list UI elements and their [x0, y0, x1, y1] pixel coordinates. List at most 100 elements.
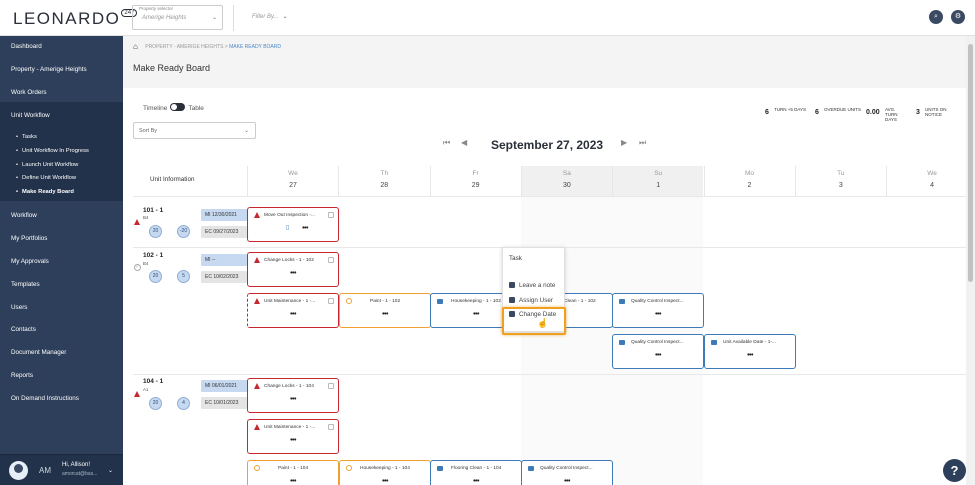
sidebar-item-work-orders[interactable]: Work Orders [11, 89, 47, 96]
user-settings-icon[interactable]: ⚙ [951, 10, 965, 24]
breadcrumb: ⌂ PROPERTY - AMERIGE HEIGHTS > MAKE READ… [133, 42, 281, 51]
previous-icon[interactable]: ◀ [461, 138, 467, 147]
day-name: Th [380, 170, 389, 177]
sidebar-item-document-manager[interactable]: Document Manager [11, 349, 66, 356]
toggle-switch[interactable] [170, 103, 186, 111]
more-options-icon[interactable]: ••• [248, 437, 338, 444]
unit-name[interactable]: 101 - 1 [143, 207, 163, 214]
estimated-completion-date: EC 10/02/2023 [201, 271, 247, 283]
filter-by-dropdown[interactable]: Filter By... ⌄ [252, 13, 288, 20]
more-options-icon[interactable]: ••• [248, 396, 338, 403]
more-options-icon[interactable]: ••• [613, 352, 703, 359]
day-name: Fr [472, 170, 479, 177]
clock-icon [346, 298, 352, 304]
task-card-change-locks[interactable]: Change Locks - 1 - 104 ••• [247, 378, 339, 413]
sidebar-item-users[interactable]: Users [11, 304, 27, 311]
day-number: 2 [747, 182, 752, 189]
sort-by-dropdown[interactable]: Sort By ⌄ [133, 122, 256, 139]
home-icon[interactable]: ⌂ [133, 42, 138, 51]
scrollbar-thumb[interactable] [968, 44, 973, 282]
search-icon[interactable]: ⌕ [929, 10, 943, 24]
property-selector-value: Amerige Heights [142, 15, 187, 21]
task-card-paint[interactable]: Paint - 1 - 104 ••• [247, 460, 339, 485]
sidebar-item-reports[interactable]: Reports [11, 372, 33, 379]
sidebar-item-dashboard[interactable]: Dashboard [11, 43, 42, 50]
more-options-icon[interactable]: ••• [248, 478, 338, 485]
task-card-unit-available-date[interactable]: Unit Available Date - 1-... ••• [704, 334, 796, 369]
task-checkbox[interactable] [328, 424, 334, 430]
task-checkbox[interactable] [328, 257, 334, 263]
next-icon[interactable]: ▶ [621, 138, 627, 147]
check-circle-icon: ✓ [134, 264, 141, 271]
task-checkbox[interactable] [328, 298, 334, 304]
sidebar-subitem-make-ready-board[interactable]: Make Ready Board [16, 189, 74, 195]
sidebar-item-my-approvals[interactable]: My Approvals [11, 258, 49, 265]
avatar [9, 461, 28, 480]
breadcrumb-parent[interactable]: PROPERTY - AMERIGE HEIGHTS [145, 44, 223, 50]
day-number: 3 [838, 182, 843, 189]
menu-item-leave-note[interactable]: Leave a note [509, 282, 555, 289]
sidebar-item-unit-workflow[interactable]: Unit Workflow [11, 112, 50, 119]
task-card-quality-control[interactable]: Quality Control Inspect... ••• [612, 293, 704, 328]
sidebar-subitem-launch-unit-workflow[interactable]: Launch Unit Workflow [16, 162, 78, 168]
more-options-icon[interactable]: ••• [705, 352, 795, 359]
unit-name[interactable]: 104 - 1 [143, 378, 163, 385]
more-options-icon[interactable]: ••• [248, 270, 338, 277]
page-title: Make Ready Board [133, 63, 211, 73]
warning-icon [254, 212, 260, 218]
task-card-housekeeping[interactable]: Housekeeping - 1 - 104 ••• [339, 460, 431, 485]
more-options-icon[interactable]: ••• [248, 311, 338, 318]
property-selector-label: Property selector [139, 6, 174, 11]
calendar-icon [528, 466, 534, 471]
last-page-icon[interactable]: ⏭ [639, 138, 646, 148]
task-card-change-locks[interactable]: Change Locks - 1 - 102 ••• [247, 252, 339, 287]
days-badge: 20 [149, 270, 162, 283]
task-card-unit-maintenance[interactable]: Unit Maintenance - 1 -... ••• [247, 293, 339, 328]
day-number: 27 [289, 182, 297, 189]
toggle-label-table: Table [188, 105, 204, 112]
help-button[interactable]: ? [943, 459, 966, 482]
first-page-icon[interactable]: ⏮ [443, 138, 450, 148]
task-card-flooring-clean[interactable]: Flooring Clean - 1 - 104 ••• [430, 460, 522, 485]
sidebar-item-property[interactable]: Property - Amerige Heights [11, 66, 87, 73]
sidebar-item-templates[interactable]: Templates [11, 281, 40, 288]
day-column-header: Mo 2 [703, 166, 795, 196]
chevron-down-icon: ⌄ [282, 14, 288, 20]
task-card-move-out-inspection[interactable]: Move Out Inspection -... ▯ ••• [247, 207, 339, 242]
day-name: Sa [562, 170, 571, 177]
more-options-icon[interactable]: ••• [613, 311, 703, 318]
task-checkbox[interactable] [328, 383, 334, 389]
unit-information-header: Unit Information [150, 176, 195, 183]
more-options-icon[interactable]: ••• [522, 478, 612, 485]
app-logo[interactable]: LEONARDO 247 [13, 9, 138, 29]
day-number: 29 [471, 182, 480, 189]
sidebar-item-my-portfolios[interactable]: My Portfolios [11, 235, 47, 242]
menu-item-assign-user[interactable]: Assign User [509, 297, 553, 304]
sidebar-subitem-tasks[interactable]: Tasks [16, 134, 37, 140]
move-in-date: MI -- [201, 254, 247, 266]
move-in-date: MI 06/01/2021 [201, 380, 247, 392]
view-toggle[interactable]: Timeline Table [143, 103, 204, 112]
sidebar-item-on-demand-instructions[interactable]: On Demand Instructions [11, 395, 79, 402]
sidebar-item-contacts[interactable]: Contacts [11, 326, 36, 333]
task-checkbox[interactable] [328, 212, 334, 218]
task-card-unit-maintenance[interactable]: Unit Maintenance - 1 -... ••• [247, 419, 339, 454]
sidebar-item-workflow[interactable]: Workflow [11, 212, 37, 219]
more-options-icon[interactable]: ••• [260, 225, 350, 232]
sort-by-value: Sort By [139, 128, 158, 134]
unit-name[interactable]: 102 - 1 [143, 252, 163, 259]
task-card-quality-control[interactable]: Quality Control Inspect... ••• [612, 334, 704, 369]
more-options-icon[interactable]: ••• [340, 478, 430, 485]
property-selector[interactable]: Property selector Amerige Heights ⌄ [132, 5, 223, 30]
task-card-paint[interactable]: Paint - 1 - 102 ••• [339, 293, 431, 328]
scrollbar[interactable] [966, 36, 975, 485]
user-menu[interactable]: AM Hi, Allison! amorcat@bas... ⌄ [0, 454, 123, 485]
more-options-icon[interactable]: ••• [431, 478, 521, 485]
user-greeting: Hi, Allison! [62, 462, 91, 468]
sidebar-subitem-unit-workflow-in-progress[interactable]: Unit Workflow In Progress [16, 148, 89, 154]
days-badge: 20 [149, 225, 162, 238]
task-card-quality-control[interactable]: Quality Control Inspect... ••• [521, 460, 613, 485]
sidebar-subitem-define-unit-workflow[interactable]: Define Unit Workflow [16, 175, 76, 181]
warning-icon [254, 298, 260, 304]
more-options-icon[interactable]: ••• [340, 311, 430, 318]
